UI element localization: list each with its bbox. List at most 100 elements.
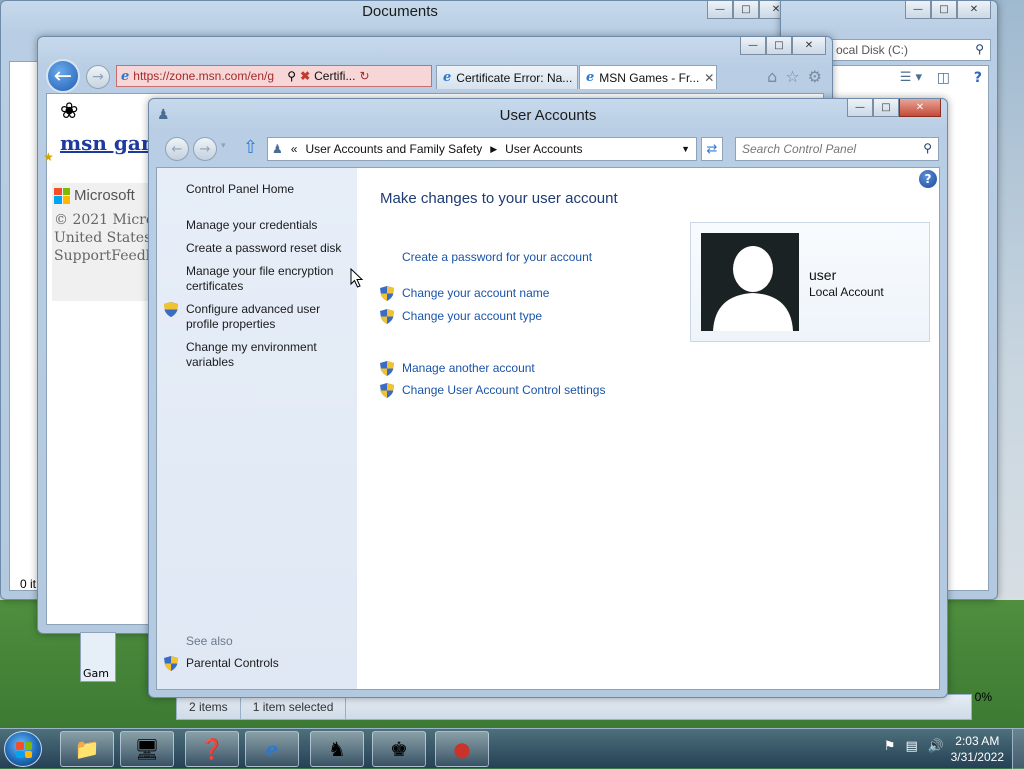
clock[interactable]: 2:03 AM 3/31/2022: [951, 733, 1004, 765]
favorites-icon: ★: [43, 150, 54, 164]
network-icon[interactable]: ▤: [906, 739, 918, 754]
tab-label: Certificate Error: Na...: [456, 70, 573, 85]
up-arrow-icon[interactable]: ⇧: [243, 137, 258, 158]
account-type-label: Local Account: [809, 285, 884, 299]
copyright-text: © 2021 Micros: [54, 212, 162, 228]
maximize-button[interactable]: □: [873, 99, 899, 117]
user-accounts-body: Control Panel Home Manage your credentia…: [156, 167, 940, 690]
volume-icon[interactable]: 🔊: [928, 739, 944, 754]
search-input[interactable]: Search Control Panel ⚲: [735, 137, 939, 161]
region-text[interactable]: United States: [54, 229, 163, 247]
caption-buttons: — □ ✕: [740, 37, 826, 55]
favorites-star-icon[interactable]: ☆: [785, 67, 799, 86]
file-encryption-link[interactable]: Manage your file encryption certificates: [186, 264, 351, 294]
preview-pane-icon[interactable]: ◫: [937, 70, 950, 86]
refresh-button[interactable]: ⇄: [701, 137, 723, 161]
environment-variables-link[interactable]: Change my environment variables: [186, 340, 326, 370]
window-title: Documents: [362, 3, 438, 20]
user-name: user: [809, 267, 837, 283]
mouse-cursor-icon: [350, 268, 364, 288]
address-bar[interactable]: e https://zone.msn.com/en/g ⚲ ✖ Certifi.…: [116, 65, 432, 87]
parental-controls-link[interactable]: Parental Controls: [186, 656, 346, 671]
recent-pages-icon[interactable]: ▾: [221, 141, 226, 151]
manage-credentials-link[interactable]: Manage your credentials: [186, 218, 346, 233]
status-selection: 1 item selected: [241, 695, 347, 719]
address-search-box[interactable]: ocal Disk (C:) ⚲: [829, 39, 991, 61]
left-pane: Control Panel Home Manage your credentia…: [157, 168, 357, 689]
control-panel-icon[interactable]: 🖥: [120, 731, 174, 767]
breadcrumb-item-user-accounts[interactable]: User Accounts: [505, 142, 582, 156]
forward-button[interactable]: →: [193, 137, 217, 161]
footer-text: © 2021 Micros United States SupportFeedb…: [54, 211, 163, 265]
search-icon[interactable]: ⚲: [923, 141, 932, 155]
home-icon[interactable]: ⌂: [767, 67, 777, 86]
msn-butterfly-logo: ❀: [60, 99, 79, 124]
maximize-button[interactable]: □: [733, 1, 759, 19]
ie-page-icon: e: [443, 70, 452, 85]
manage-another-account-link[interactable]: Manage another account: [402, 361, 535, 375]
games-window-fragment[interactable]: Gam: [80, 632, 116, 682]
chevron-down-icon[interactable]: ▼: [681, 144, 690, 154]
forward-button[interactable]: →: [86, 65, 110, 89]
breadcrumb[interactable]: ♟ « User Accounts and Family Safety ▶ Us…: [267, 137, 697, 161]
refresh-icon[interactable]: ↻: [359, 69, 369, 83]
gear-icon[interactable]: ⚙: [808, 67, 822, 86]
password-reset-disk-link[interactable]: Create a password reset disk: [186, 241, 346, 256]
address-text: ocal Disk (C:): [836, 43, 909, 57]
ie-toolbar-icons: ⌂ ☆ ⚙: [767, 67, 822, 86]
user-avatar: [701, 233, 799, 331]
close-button[interactable]: ✕: [899, 99, 941, 117]
cert-error-label[interactable]: Certifi...: [314, 69, 355, 83]
help-icon[interactable]: ?: [919, 170, 937, 188]
back-button[interactable]: ←: [46, 59, 80, 93]
minimize-button[interactable]: —: [847, 99, 873, 117]
main-pane: ? Make changes to your user account Crea…: [357, 168, 939, 689]
cards-icon[interactable]: ♚: [372, 731, 426, 767]
user-accounts-window[interactable]: ♟ User Accounts — □ ✕ ← → ▾ ⇧ ♟ « User A…: [148, 98, 948, 698]
change-account-type-link[interactable]: Change your account type: [402, 309, 542, 323]
flag-icon[interactable]: ⚑: [884, 739, 896, 754]
chess-icon[interactable]: ♞: [310, 731, 364, 767]
control-panel-home-link[interactable]: Control Panel Home: [186, 182, 346, 197]
view-options-icon[interactable]: ☰ ▾: [900, 70, 922, 85]
internet-explorer-icon[interactable]: e: [245, 731, 299, 767]
search-icon[interactable]: ⚲: [287, 69, 296, 83]
zoom-level: 0%: [974, 690, 992, 704]
user-silhouette-icon: [713, 246, 793, 331]
user-account-card: user Local Account: [690, 222, 930, 342]
breadcrumb-overflow[interactable]: «: [291, 142, 298, 156]
support-feedback-text[interactable]: SupportFeedba: [54, 247, 163, 265]
help-icon[interactable]: ❓: [185, 731, 239, 767]
caption-buttons: — □ ✕: [905, 1, 991, 19]
advanced-profile-link[interactable]: Configure advanced user profile properti…: [186, 302, 326, 332]
maximize-button[interactable]: □: [766, 37, 792, 55]
minimize-button[interactable]: —: [707, 1, 733, 19]
uac-shield-icon: [164, 656, 178, 671]
back-button[interactable]: ←: [165, 137, 189, 161]
minimize-button[interactable]: —: [740, 37, 766, 55]
tab-label: MSN Games - Fr...: [599, 70, 700, 85]
close-tab-icon[interactable]: ✕: [704, 71, 714, 85]
show-desktop-button[interactable]: [1012, 729, 1024, 769]
game-icon[interactable]: ●: [435, 731, 489, 767]
minimize-button[interactable]: —: [905, 1, 931, 19]
close-button[interactable]: ✕: [792, 37, 826, 55]
clock-time: 2:03 AM: [955, 734, 1000, 748]
windows-start-orb[interactable]: [4, 731, 42, 767]
close-button[interactable]: ✕: [957, 1, 991, 19]
create-password-link[interactable]: Create a password for your account: [402, 250, 592, 264]
games-label: Gam: [83, 667, 109, 680]
status-item-count: 2 items: [177, 695, 241, 719]
msn-games-link[interactable]: msn gam: [60, 131, 162, 155]
window-title: User Accounts: [499, 107, 597, 124]
breadcrumb-item-family-safety[interactable]: User Accounts and Family Safety: [305, 142, 482, 156]
chevron-right-icon[interactable]: ▶: [490, 144, 497, 155]
tab-certificate-error[interactable]: e Certificate Error: Na...: [436, 65, 578, 89]
tab-msn-games[interactable]: e MSN Games - Fr... ✕: [579, 65, 717, 89]
help-icon[interactable]: ?: [974, 70, 982, 86]
maximize-button[interactable]: □: [931, 1, 957, 19]
change-account-name-link[interactable]: Change your account name: [402, 286, 549, 300]
uac-settings-link[interactable]: Change User Account Control settings: [402, 383, 605, 397]
folder-icon[interactable]: 📁: [60, 731, 114, 767]
microsoft-label: Microsoft: [74, 187, 135, 204]
